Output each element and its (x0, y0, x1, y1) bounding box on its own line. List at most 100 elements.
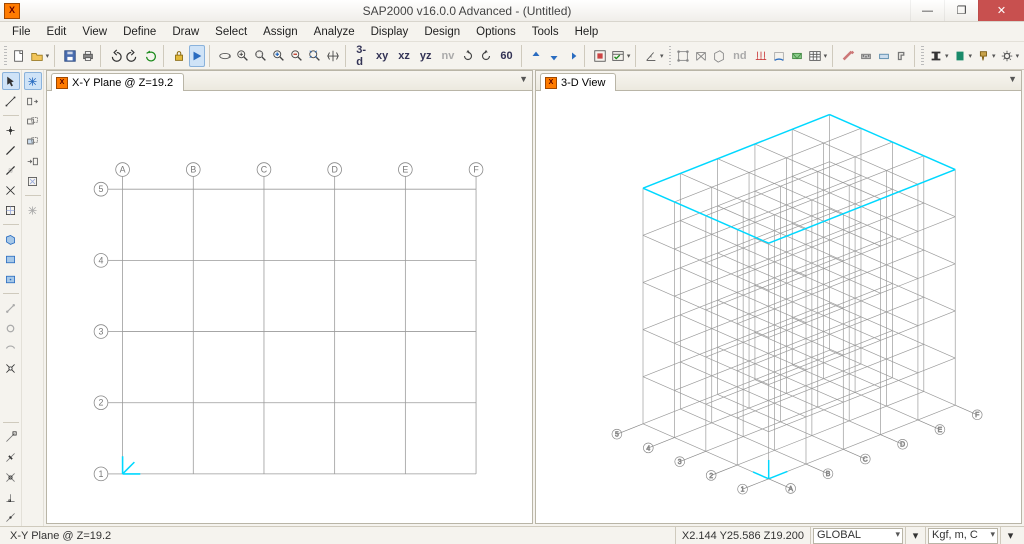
redo-button[interactable] (125, 45, 141, 67)
menu-edit[interactable]: Edit (39, 24, 75, 40)
options-gear-button[interactable] (999, 45, 1021, 67)
view-nv-button[interactable]: nv (438, 45, 459, 67)
quick-draw-frame-tool[interactable] (2, 161, 20, 179)
design-steel-button[interactable] (840, 45, 856, 67)
rect-section-button[interactable] (952, 45, 974, 67)
draw-link-1-tool[interactable] (2, 299, 20, 317)
quick-draw-area-tool[interactable] (2, 270, 20, 288)
view-xz-button[interactable]: xz (394, 45, 414, 67)
select-all-tool[interactable] (24, 72, 42, 90)
show-joints-button[interactable] (675, 45, 691, 67)
coord-system-select[interactable]: GLOBAL (813, 528, 903, 544)
show-forces-button[interactable] (789, 45, 805, 67)
refresh-button[interactable] (143, 45, 159, 67)
menu-define[interactable]: Define (115, 24, 164, 40)
show-loads-button[interactable] (753, 45, 769, 67)
design-concrete-button[interactable] (858, 45, 874, 67)
shrink-toggle-button[interactable] (592, 45, 608, 67)
zoom-restore-button[interactable] (253, 45, 269, 67)
view-yz-button[interactable]: yz (416, 45, 436, 67)
deselect-all-tool[interactable] (24, 201, 42, 219)
undo-button[interactable] (107, 45, 123, 67)
close-button[interactable]: ✕ (978, 0, 1024, 21)
paint-button[interactable] (975, 45, 997, 67)
save-button[interactable] (62, 45, 78, 67)
plan-view-tab[interactable]: X X-Y Plane @ Z=19.2 (51, 73, 184, 91)
draw-link-3-tool[interactable] (2, 339, 20, 357)
snap-endpoint-tool[interactable] (2, 428, 20, 446)
toolbar-grip-2[interactable] (669, 46, 672, 66)
open-file-button[interactable] (29, 45, 51, 67)
plan-view-dropdown[interactable]: ▼ (519, 74, 528, 84)
draw-link-2-tool[interactable] (2, 319, 20, 337)
three-d-view-dropdown[interactable]: ▼ (1008, 74, 1017, 84)
menu-analyze[interactable]: Analyze (306, 24, 363, 40)
tables-button[interactable] (807, 45, 829, 67)
reshape-tool[interactable] (2, 92, 20, 110)
minimize-button[interactable]: — (910, 0, 944, 21)
toolbar-grip[interactable] (4, 46, 7, 66)
move-up-button[interactable] (528, 45, 544, 67)
menu-design[interactable]: Design (416, 24, 468, 40)
show-deformed-button[interactable] (771, 45, 787, 67)
pan-button[interactable] (325, 45, 341, 67)
snap-line-tool[interactable] (2, 508, 20, 526)
zoom-extents-button[interactable] (307, 45, 323, 67)
select-line-tool[interactable] (24, 152, 42, 170)
draw-frame-tool[interactable] (2, 141, 20, 159)
draw-poly-area-tool[interactable] (2, 230, 20, 248)
select-coord-tool[interactable] (24, 172, 42, 190)
lock-button[interactable] (171, 45, 187, 67)
menu-file[interactable]: File (4, 24, 39, 40)
draw-rect-area-tool[interactable] (2, 250, 20, 268)
three-d-view-canvas[interactable]: ABCDEF12345 (536, 91, 1021, 523)
set-display-options-button[interactable] (610, 45, 632, 67)
view-60-button[interactable]: 60 (496, 45, 516, 67)
design-coldformed-button[interactable] (894, 45, 910, 67)
select-intersecting-2-tool[interactable] (24, 132, 42, 150)
zoom-out-button[interactable] (289, 45, 305, 67)
menu-view[interactable]: View (74, 24, 115, 40)
menu-display[interactable]: Display (363, 24, 417, 40)
snap-perpendicular-tool[interactable] (2, 488, 20, 506)
plan-view-canvas[interactable]: ABCDEF 54321 (47, 91, 532, 523)
view-3d-button[interactable]: 3-d (352, 45, 370, 67)
quick-draw-brace-tool[interactable] (2, 181, 20, 199)
select-intersecting-tool[interactable] (24, 112, 42, 130)
three-d-view-tab[interactable]: X 3-D View (540, 73, 616, 91)
menu-options[interactable]: Options (468, 24, 524, 40)
select-prev-tool[interactable] (24, 92, 42, 110)
rotate-cw-button[interactable] (460, 45, 476, 67)
units-select[interactable]: Kgf, m, C (928, 528, 998, 544)
menu-help[interactable]: Help (567, 24, 607, 40)
rotate-3d-button[interactable] (217, 45, 233, 67)
zoom-in-button[interactable] (271, 45, 287, 67)
menu-select[interactable]: Select (207, 24, 255, 40)
rotate-ccw-button[interactable] (478, 45, 494, 67)
i-section-button[interactable] (928, 45, 950, 67)
new-file-button[interactable] (11, 45, 27, 67)
snap-midpoint-tool[interactable] (2, 448, 20, 466)
show-shells-button[interactable] (711, 45, 727, 67)
menu-assign[interactable]: Assign (255, 24, 306, 40)
draw-section-cut-tool[interactable] (2, 359, 20, 377)
menu-tools[interactable]: Tools (524, 24, 567, 40)
status-dropdown-2[interactable]: ▾ (1000, 527, 1020, 544)
run-analysis-button[interactable] (189, 45, 205, 67)
menu-draw[interactable]: Draw (164, 24, 207, 40)
quick-draw-secondary-tool[interactable] (2, 201, 20, 219)
show-frames-button[interactable] (693, 45, 709, 67)
pointer-tool[interactable] (2, 72, 20, 90)
status-dropdown-1[interactable]: ▾ (905, 527, 925, 544)
print-button[interactable] (80, 45, 96, 67)
snap-intersection-tool[interactable] (2, 468, 20, 486)
named-display-button[interactable]: nd (729, 45, 750, 67)
maximize-button[interactable]: ❐ (944, 0, 978, 21)
toolbar-grip-3[interactable] (921, 46, 924, 66)
view-xy-button[interactable]: xy (372, 45, 392, 67)
angle-measure-button[interactable]: ° (643, 45, 665, 67)
zoom-window-button[interactable] (235, 45, 251, 67)
move-down-button[interactable] (546, 45, 562, 67)
draw-special-joint-tool[interactable] (2, 121, 20, 139)
design-aluminum-button[interactable] (876, 45, 892, 67)
